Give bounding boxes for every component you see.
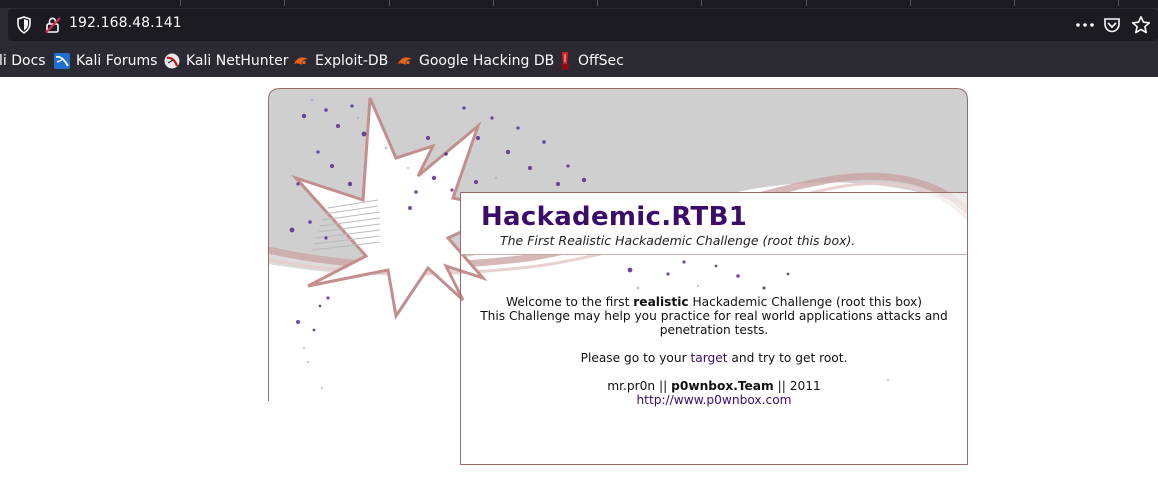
bookmark-star-icon[interactable]: [1131, 15, 1151, 35]
kali-forums-icon: [54, 53, 70, 69]
pocket-icon[interactable]: [1103, 16, 1121, 34]
bookmark-label: Kali Forums: [76, 53, 158, 69]
bookmark-label: Exploit-DB: [315, 53, 389, 69]
bookmark-offsec[interactable]: OffSec: [558, 51, 624, 71]
goto-prefix: Please go to your: [580, 351, 691, 365]
tab-separator: [806, 0, 807, 6]
browser-toolbar: 192.168.48.141 li Docs Kali Forums Kali …: [0, 0, 1158, 77]
url-text[interactable]: 192.168.48.141: [69, 15, 182, 31]
ghdb-icon: [398, 57, 412, 65]
bookmark-label: Kali NetHunter: [186, 53, 289, 69]
welcome-text: Welcome to the first realistic Hackademi…: [461, 295, 967, 407]
site-link[interactable]: http://www.p0wnbox.com: [636, 393, 791, 407]
tab-separator: [493, 0, 494, 6]
offsec-icon: [561, 52, 569, 70]
tab-separator: [180, 0, 181, 6]
tab-separator: [701, 0, 702, 6]
title-band: Hackademic.RTB1 The First Realistic Hack…: [461, 193, 967, 255]
bookmark-kali-forums[interactable]: Kali Forums: [54, 51, 157, 71]
site-link-line: http://www.p0wnbox.com: [461, 393, 967, 407]
page-actions-icon[interactable]: [1075, 16, 1095, 34]
insecure-connection-icon[interactable]: [44, 16, 62, 34]
goto-line: Please go to your target and try to get …: [461, 351, 967, 365]
welcome-prefix: Welcome to the first: [506, 295, 634, 309]
tab-separator: [1014, 0, 1015, 6]
goto-suffix: and try to get root.: [727, 351, 848, 365]
bookmark-label: li Docs: [0, 53, 46, 69]
tab-separator: [1118, 0, 1119, 6]
tracking-shield-icon[interactable]: [16, 16, 32, 34]
tab-strip: [0, 0, 1158, 8]
content-box: Hackademic.RTB1 The First Realistic Hack…: [460, 192, 968, 465]
bookmark-kali-nethunter[interactable]: Kali NetHunter: [164, 51, 288, 71]
credit-suffix: || 2011: [773, 379, 821, 393]
target-link[interactable]: target: [690, 351, 727, 365]
page-title: Hackademic.RTB1: [481, 202, 748, 232]
bookmark-exploit-db[interactable]: Exploit-DB: [293, 51, 388, 71]
tab-separator: [389, 0, 390, 6]
challenge-line-2: penetration tests.: [659, 323, 769, 337]
welcome-bold: realistic: [633, 295, 689, 309]
exploit-db-icon: [294, 57, 308, 65]
bookmark-label: OffSec: [578, 53, 624, 69]
page-subtitle: The First Realistic Hackademic Challenge…: [500, 233, 856, 248]
tab-separator: [597, 0, 598, 6]
bookmark-kali-docs[interactable]: li Docs: [0, 51, 46, 71]
web-page: Hackademic.RTB1 The First Realistic Hack…: [0, 77, 1158, 500]
tab-separator: [910, 0, 911, 6]
bookmarks-toolbar: li Docs Kali Forums Kali NetHunter Explo…: [0, 47, 1158, 75]
bookmark-label: Google Hacking DB: [419, 53, 555, 69]
welcome-line: Welcome to the first realistic Hackademi…: [461, 295, 967, 309]
bookmark-google-hacking-db[interactable]: Google Hacking DB: [397, 51, 554, 71]
challenge-line: This Challenge may help you practice for…: [480, 309, 948, 323]
credit-prefix: mr.pr0n ||: [607, 379, 672, 393]
tab-separator: [284, 0, 285, 6]
team-name: p0wnbox.Team: [671, 379, 774, 393]
kali-nethunter-icon: [164, 53, 180, 69]
welcome-suffix: Hackademic Challenge (root this box): [688, 295, 923, 309]
credit-line: mr.pr0n || p0wnbox.Team || 2011: [461, 379, 967, 393]
